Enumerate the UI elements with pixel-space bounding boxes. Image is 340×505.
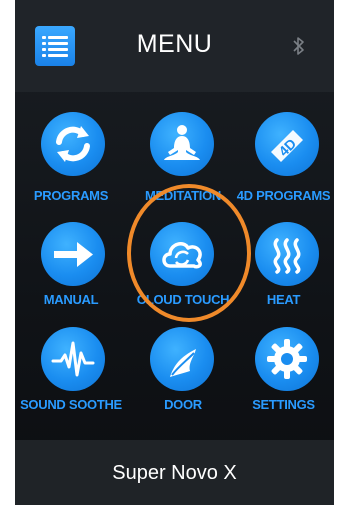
4d-icon: 4D — [255, 112, 319, 176]
door-label: DOOR — [164, 397, 202, 412]
footer-bar: Super Novo X — [15, 440, 334, 505]
soundwave-icon — [41, 327, 105, 391]
refresh-icon — [41, 112, 105, 176]
door-button[interactable]: DOOR — [127, 325, 239, 425]
manual-label: MANUAL — [43, 292, 99, 307]
programs-button[interactable]: PROGRAMS — [15, 110, 127, 210]
selection-highlight — [127, 184, 251, 322]
gear-icon — [255, 327, 319, 391]
sound-soothe-button[interactable]: SOUND SOOTHE — [15, 325, 127, 425]
meditation-icon — [150, 112, 214, 176]
device-name: Super Novo X — [112, 462, 237, 484]
manual-button[interactable]: MANUAL — [15, 220, 127, 320]
4d-programs-button[interactable]: 4D 4D PROGRAMS — [233, 110, 334, 210]
bluetooth-icon — [293, 37, 304, 55]
app-screen: MENU PROGRAMS MEDITATION 4D 4D PROGRAMS … — [15, 0, 334, 505]
settings-label: SETTINGS — [252, 397, 315, 412]
door-icon — [150, 327, 214, 391]
sound-soothe-label: SOUND SOOTHE — [20, 397, 122, 412]
settings-button[interactable]: SETTINGS — [233, 325, 334, 425]
programs-label: PROGRAMS — [33, 188, 109, 203]
heat-icon — [255, 222, 319, 286]
heat-label: HEAT — [266, 292, 301, 307]
4d-programs-label: 4D PROGRAMS — [236, 188, 331, 203]
header-bar: MENU — [15, 0, 334, 92]
arrow-right-icon — [41, 222, 105, 286]
page-title: MENU — [136, 30, 213, 58]
